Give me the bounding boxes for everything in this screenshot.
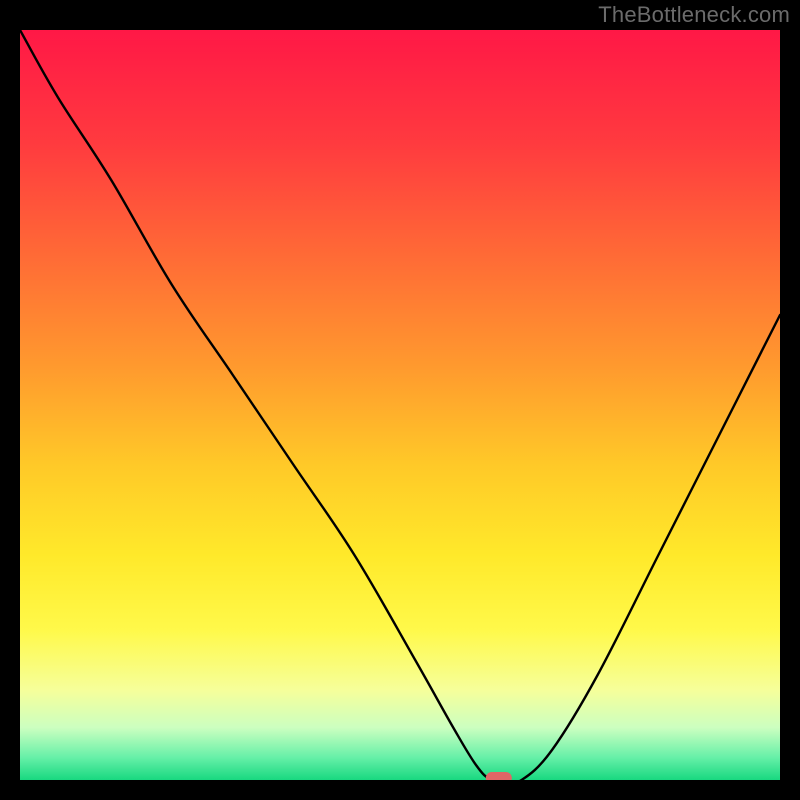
- chart-svg: [20, 30, 780, 780]
- gradient-background: [20, 30, 780, 780]
- watermark-text: TheBottleneck.com: [598, 2, 790, 28]
- chart-frame: TheBottleneck.com: [0, 0, 800, 800]
- optimal-marker: [486, 772, 512, 780]
- plot-area: [20, 30, 780, 780]
